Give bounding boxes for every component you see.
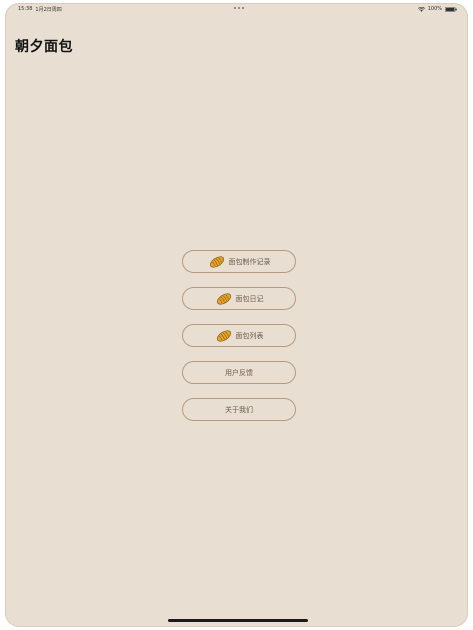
battery-percent: 100%	[427, 6, 442, 12]
battery-icon	[445, 6, 457, 12]
multitasking-dots-icon[interactable]	[234, 7, 244, 9]
page-title: 朝夕面包	[15, 39, 73, 55]
status-time: 15:38	[18, 6, 33, 12]
app-screen: 15:38 1月2日周四 100% 朝夕面包 面包制作记录 面包日记 面包列表 …	[5, 3, 468, 627]
wifi-icon	[417, 6, 425, 12]
bread-diary-label: 面包日记	[235, 294, 264, 303]
bread-record-button[interactable]: 面包制作记录	[182, 250, 296, 273]
about-us-label: 关于我们	[225, 405, 253, 414]
bread-diary-button[interactable]: 面包日记	[182, 287, 296, 310]
status-right: 100%	[417, 6, 457, 12]
home-indicator[interactable]	[168, 619, 308, 622]
bread-record-label: 面包制作记录	[228, 257, 271, 266]
status-date: 1月2日周四	[35, 7, 62, 13]
bread-icon	[209, 255, 224, 268]
bread-list-button[interactable]: 面包列表	[182, 324, 296, 347]
user-feedback-label: 用户反馈	[225, 368, 253, 377]
about-us-button[interactable]: 关于我们	[182, 398, 296, 421]
main-menu: 面包制作记录 面包日记 面包列表 用户反馈 关于我们	[182, 250, 296, 421]
status-bar: 15:38 1月2日周四 100%	[5, 3, 468, 15]
user-feedback-button[interactable]: 用户反馈	[182, 361, 296, 384]
bread-list-label: 面包列表	[235, 331, 264, 340]
bread-icon	[216, 329, 231, 342]
bread-icon	[216, 292, 231, 305]
status-left: 15:38 1月2日周四	[18, 6, 62, 13]
